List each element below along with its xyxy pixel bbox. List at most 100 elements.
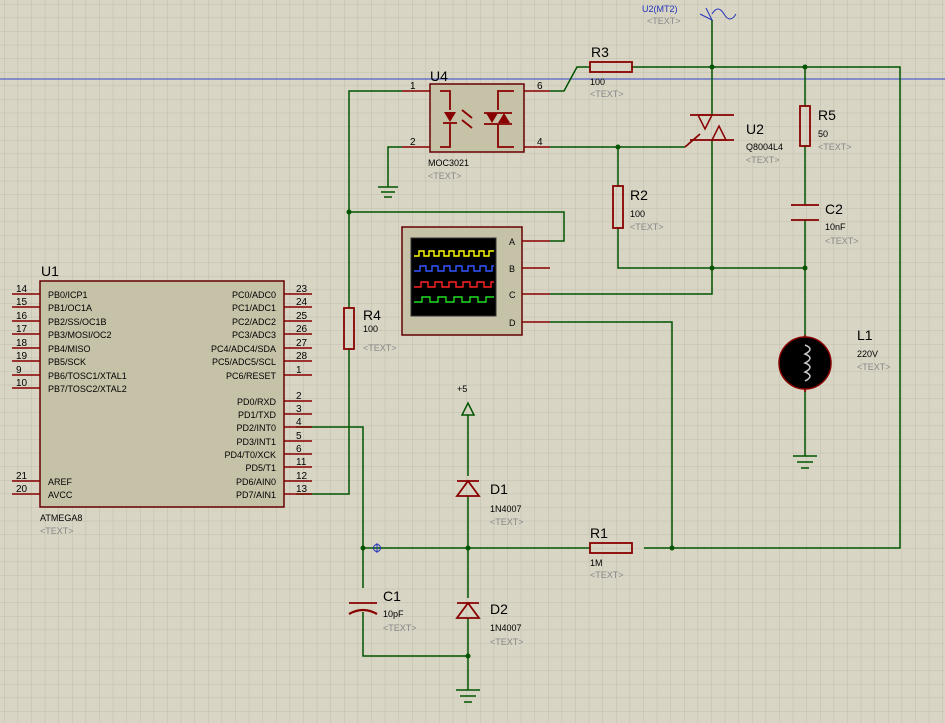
- c2-ref: C2: [825, 201, 843, 217]
- u4-ref: U4: [430, 68, 448, 84]
- u1-pin-name: PB0/ICP1: [48, 290, 88, 300]
- u1-pin-name: PD0/RXD: [237, 397, 277, 407]
- d2-text: <TEXT>: [490, 637, 524, 647]
- d1-part: 1N4007: [490, 504, 522, 514]
- u1-pin-number: 14: [16, 284, 28, 295]
- u1-pin-number: 21: [16, 471, 28, 482]
- u1-pin-name: PD2/INT0: [236, 423, 276, 433]
- u1-pin-name: PB3/MOSI/OC2: [48, 330, 112, 340]
- u1-pin-name: PB6/TOSC1/XTAL1: [48, 371, 127, 381]
- u1-pin-name: PC5/ADC5/SCL: [212, 357, 276, 367]
- u1-pin-name: PC4/ADC4/SDA: [211, 344, 276, 354]
- r3-ref: R3: [591, 44, 609, 60]
- u2-text: <TEXT>: [746, 155, 780, 165]
- u1-pin-name: PC2/ADC2: [232, 317, 276, 327]
- u1-pin-number: 1: [296, 365, 302, 376]
- r5-text: <TEXT>: [818, 142, 852, 152]
- u1-pin-name: PD1/TXD: [238, 410, 277, 420]
- r2-value: 100: [630, 209, 645, 219]
- u1-text: <TEXT>: [40, 526, 74, 536]
- u1-pin-number: 26: [296, 324, 308, 335]
- u1-pin-number: 11: [296, 457, 307, 468]
- u1-ref: U1: [41, 263, 59, 279]
- u1-pin-name: PD5/T1: [245, 463, 276, 473]
- u1-pin-number: 9: [16, 365, 22, 376]
- u1-pin-number: 20: [16, 484, 28, 495]
- u4-pin2-num: 2: [410, 137, 416, 148]
- r3-value: 100: [590, 77, 605, 87]
- u4-part: MOC3021: [428, 158, 469, 168]
- u4-pin4-num: 4: [537, 137, 543, 148]
- probe-text: <TEXT>: [647, 16, 681, 26]
- u1-pin-number: 4: [296, 417, 302, 428]
- u1-pin-number: 24: [296, 297, 308, 308]
- scope-channel-c: C: [509, 290, 516, 300]
- u1-pin-number: 27: [296, 338, 308, 349]
- u1-pin-name: PC3/ADC3: [232, 330, 276, 340]
- u1-pin-name: PB1/OC1A: [48, 303, 92, 313]
- u1-pin-name: AVCC: [48, 490, 73, 500]
- u1-pin-number: 5: [296, 431, 302, 442]
- u1-pin-number: 10: [16, 378, 28, 389]
- u1-pin-name: PC1/ADC1: [232, 303, 276, 313]
- u1-pin-number: 19: [16, 351, 28, 362]
- scope-channel-a: A: [509, 237, 515, 247]
- u1-pin-name: PB5/SCK: [48, 357, 86, 367]
- u1-pin-number: 6: [296, 444, 302, 455]
- u1-pin-name: PD7/AIN1: [236, 490, 276, 500]
- r1-text: <TEXT>: [590, 570, 624, 580]
- power-label: +5: [457, 384, 467, 394]
- u4-text: <TEXT>: [428, 171, 462, 181]
- r2-ref: R2: [630, 187, 648, 203]
- d2-part: 1N4007: [490, 623, 522, 633]
- u1-microcontroller[interactable]: U1 ATMEGA8 <TEXT> 14 PB0/ICP115 PB1/OC1A16…: [12, 263, 312, 536]
- r1-value: 1M: [590, 558, 603, 568]
- l1-value: 220V: [857, 349, 878, 359]
- u1-pin-name: PC0/ADC0: [232, 290, 276, 300]
- d1-ref: D1: [490, 481, 508, 497]
- u1-pin-number: 25: [296, 311, 308, 322]
- l1-text: <TEXT>: [857, 362, 891, 372]
- r1-ref: R1: [590, 525, 608, 541]
- u1-pin-number: 16: [16, 311, 28, 322]
- u1-pin-name: PB7/TOSC2/XTAL2: [48, 384, 127, 394]
- u1-pin-number: 15: [16, 297, 28, 308]
- u1-pin-number: 2: [296, 391, 302, 402]
- c2-value: 10nF: [825, 222, 846, 232]
- r3-text: <TEXT>: [590, 89, 624, 99]
- u1-pin-name: PB4/MISO: [48, 344, 91, 354]
- r4-text: <TEXT>: [363, 343, 397, 353]
- schematic-canvas[interactable]: U1 ATMEGA8 <TEXT> 14 PB0/ICP1 15 PB1/OC1A 16…: [0, 0, 945, 723]
- r2-text: <TEXT>: [630, 222, 664, 232]
- u1-part: ATMEGA8: [40, 513, 82, 523]
- c2-text: <TEXT>: [825, 236, 859, 246]
- d2-ref: D2: [490, 601, 508, 617]
- r4-ref: R4: [363, 307, 381, 323]
- u4-pin6-num: 6: [537, 81, 543, 92]
- u1-pin-name: PD4/T0/XCK: [224, 450, 276, 460]
- scope-channel-d: D: [509, 318, 516, 328]
- u2-part: Q8004L4: [746, 142, 783, 152]
- u1-pin-name: PD6/AIN0: [236, 477, 276, 487]
- l1-ref: L1: [857, 327, 873, 343]
- u1-pin-name: AREF: [48, 477, 73, 487]
- u2-ref: U2: [746, 121, 764, 137]
- u1-pin-number: 13: [296, 484, 308, 495]
- u1-pin-number: 28: [296, 351, 308, 362]
- r5-value: 50: [818, 129, 828, 139]
- r4-value: 100: [363, 324, 378, 334]
- u1-pin-number: 12: [296, 471, 308, 482]
- c1-text: <TEXT>: [383, 623, 417, 633]
- u1-pin-name: PC6/RESET: [226, 371, 277, 381]
- r5-ref: R5: [818, 107, 836, 123]
- c1-value: 10pF: [383, 609, 404, 619]
- u4-pin1-num: 1: [410, 81, 416, 92]
- c1-ref: C1: [383, 588, 401, 604]
- u1-pin-number: 3: [296, 404, 302, 415]
- u1-pin-number: 18: [16, 338, 28, 349]
- u1-pin-number: 23: [296, 284, 308, 295]
- d1-text: <TEXT>: [490, 517, 524, 527]
- u1-pin-name: PD3/INT1: [236, 437, 276, 447]
- u1-pin-number: 17: [16, 324, 28, 335]
- u1-pin-name: PB2/SS/OC1B: [48, 317, 107, 327]
